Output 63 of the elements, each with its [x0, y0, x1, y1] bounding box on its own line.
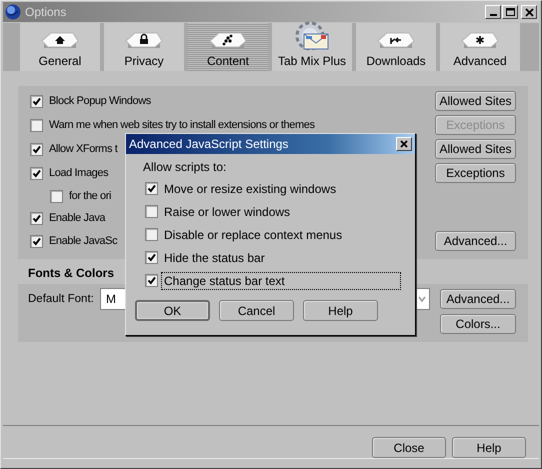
option-label[interactable]: Load Images — [46, 165, 112, 181]
option-label[interactable]: Raise or lower windows — [161, 202, 401, 220]
tab[interactable]: General — [20, 23, 100, 71]
checkbox[interactable] — [30, 94, 43, 108]
dialog-title: Advanced JavaScript Settings — [129, 137, 288, 151]
side-button[interactable]: Allowed Sites — [435, 139, 516, 159]
tab[interactable]: Downloads — [356, 23, 436, 71]
tab[interactable]: Privacy — [104, 23, 184, 71]
side-button[interactable]: Colors... — [440, 314, 516, 334]
check-icon — [32, 144, 41, 154]
checkbox[interactable] — [30, 166, 43, 180]
checkbox[interactable] — [145, 228, 158, 241]
option-label[interactable]: Hide the status bar — [161, 248, 401, 266]
option-label[interactable]: Disable or replace context menus — [161, 226, 401, 244]
maximize-button[interactable] — [502, 5, 518, 19]
option-label[interactable]: Enable JavaSc — [46, 233, 120, 249]
side-button[interactable]: Exceptions — [435, 163, 516, 183]
side-button[interactable]: Allowed Sites — [435, 91, 516, 111]
footer-button[interactable]: Help — [452, 437, 526, 458]
option-label[interactable]: Block Popup Windows — [46, 93, 154, 109]
option-label[interactable]: Move or resize existing windows — [161, 180, 401, 198]
field-label: Default Font: — [28, 293, 92, 305]
option-label[interactable]: for the ori — [66, 188, 114, 204]
close-button[interactable] — [521, 5, 537, 19]
option-label[interactable]: Change status bar text — [161, 272, 401, 290]
checkbox[interactable] — [145, 274, 158, 287]
checkbox[interactable] — [50, 190, 63, 202]
check-icon — [147, 276, 156, 285]
check-icon — [32, 168, 41, 178]
close-button[interactable] — [396, 137, 412, 151]
tab[interactable]: Tab Mix Plus — [272, 23, 352, 71]
dialog-button[interactable]: Help — [303, 300, 378, 321]
checkbox[interactable] — [30, 142, 43, 156]
dialog-button[interactable]: Cancel — [219, 300, 294, 321]
check-icon — [147, 184, 156, 193]
maximize-icon — [506, 8, 514, 16]
side-button[interactable]: Advanced... — [435, 231, 516, 251]
side-button[interactable]: Advanced... — [440, 289, 516, 309]
close-icon — [400, 140, 408, 148]
prompt-text: Allow scripts to: — [143, 159, 228, 175]
check-icon — [32, 96, 41, 106]
checkbox[interactable] — [30, 118, 43, 132]
tab[interactable]: Content — [188, 23, 268, 71]
checkbox[interactable] — [145, 182, 158, 195]
option-label[interactable]: Enable Java — [46, 210, 108, 226]
window-title: Options — [25, 5, 68, 19]
checkbox[interactable] — [30, 234, 43, 248]
dialog-button[interactable]: OK — [135, 300, 210, 321]
check-icon — [32, 236, 41, 246]
checkbox[interactable] — [30, 212, 43, 224]
footer-button[interactable]: Close — [372, 437, 446, 458]
check-icon — [32, 214, 41, 222]
check-icon — [147, 253, 156, 262]
minimize-icon — [490, 14, 496, 16]
option-label[interactable]: Warn me when web sites try to install extensions or themes — [46, 117, 318, 133]
tab[interactable]: Advanced — [440, 23, 520, 71]
checkbox[interactable] — [145, 251, 158, 264]
close-icon — [524, 8, 534, 16]
option-label[interactable]: Allow XForms t — [46, 141, 120, 157]
minimize-button[interactable] — [485, 5, 501, 19]
section-heading: Fonts & Colors — [28, 265, 114, 281]
checkbox[interactable] — [145, 205, 158, 218]
globe-icon — [5, 4, 21, 20]
